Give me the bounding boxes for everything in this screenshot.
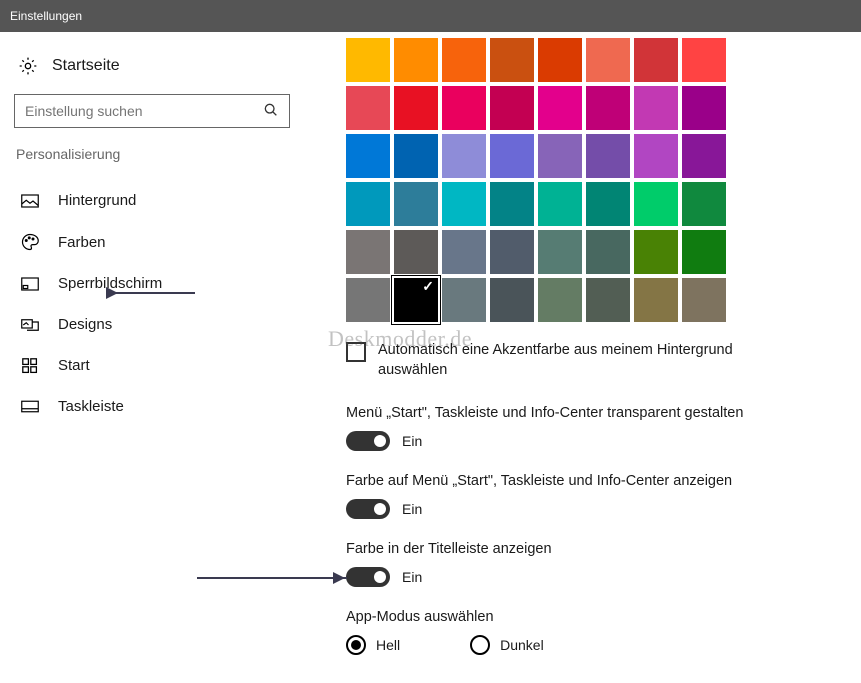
color-swatch[interactable] xyxy=(586,38,630,82)
search-input-container[interactable] xyxy=(14,94,290,128)
sidebar: Startseite Personalisierung Hintergrund xyxy=(0,32,320,683)
gear-icon xyxy=(18,56,38,76)
sidebar-item-label: Hintergrund xyxy=(58,192,136,209)
sidebar-item-label: Start xyxy=(58,357,90,374)
color-swatch[interactable] xyxy=(634,134,678,178)
window-title: Einstellungen xyxy=(10,9,82,23)
sidebar-item-farben[interactable]: Farben xyxy=(14,221,306,263)
search-icon xyxy=(263,102,279,121)
main-content: Automatisch eine Akzentfarbe aus meinem … xyxy=(320,32,861,683)
theme-icon xyxy=(20,317,40,333)
app-mode-label: App-Modus auswählen xyxy=(346,609,806,625)
window-titlebar: Einstellungen xyxy=(0,0,861,32)
color-swatch[interactable] xyxy=(682,38,726,82)
titlebar-color-toggle[interactable] xyxy=(346,567,390,587)
color-swatch[interactable] xyxy=(490,86,534,130)
radio-icon xyxy=(346,635,366,655)
picture-icon xyxy=(20,194,40,208)
color-swatch[interactable] xyxy=(538,134,582,178)
color-swatch[interactable] xyxy=(394,86,438,130)
accent-color-palette xyxy=(346,38,861,322)
color-swatch[interactable] xyxy=(634,278,678,322)
color-swatch[interactable] xyxy=(442,86,486,130)
color-swatch[interactable] xyxy=(346,38,390,82)
color-swatch[interactable] xyxy=(394,230,438,274)
color-swatch[interactable] xyxy=(346,230,390,274)
transparent-state: Ein xyxy=(402,433,422,449)
auto-accent-label: Automatisch eine Akzentfarbe aus meinem … xyxy=(378,340,766,381)
radio-icon xyxy=(470,635,490,655)
show-color-menu-state: Ein xyxy=(402,501,422,517)
color-swatch[interactable] xyxy=(586,134,630,178)
sidebar-section-label: Personalisierung xyxy=(14,146,306,162)
color-swatch[interactable] xyxy=(394,38,438,82)
color-swatch[interactable] xyxy=(442,134,486,178)
color-swatch[interactable] xyxy=(634,230,678,274)
color-swatch[interactable] xyxy=(394,278,438,322)
titlebar-color-state: Ein xyxy=(402,569,422,585)
color-swatch[interactable] xyxy=(586,278,630,322)
color-swatch[interactable] xyxy=(586,86,630,130)
search-input[interactable] xyxy=(25,103,263,119)
show-color-menu-label: Farbe auf Menü „Start", Taskleiste und I… xyxy=(346,473,806,489)
color-swatch[interactable] xyxy=(682,134,726,178)
palette-icon xyxy=(20,233,40,251)
color-swatch[interactable] xyxy=(346,182,390,226)
app-mode-option-hell[interactable]: Hell xyxy=(346,635,400,655)
color-swatch[interactable] xyxy=(538,278,582,322)
color-swatch[interactable] xyxy=(490,38,534,82)
sidebar-item-designs[interactable]: Designs xyxy=(14,304,306,345)
color-swatch[interactable] xyxy=(682,182,726,226)
color-swatch[interactable] xyxy=(682,230,726,274)
color-swatch[interactable] xyxy=(586,230,630,274)
color-swatch[interactable] xyxy=(490,278,534,322)
sidebar-item-label: Designs xyxy=(58,316,112,333)
color-swatch[interactable] xyxy=(682,86,726,130)
color-swatch[interactable] xyxy=(634,182,678,226)
sidebar-item-taskleiste[interactable]: Taskleiste xyxy=(14,386,306,427)
color-swatch[interactable] xyxy=(442,38,486,82)
color-swatch[interactable] xyxy=(586,182,630,226)
color-swatch[interactable] xyxy=(490,230,534,274)
color-swatch[interactable] xyxy=(538,230,582,274)
show-color-menu-toggle[interactable] xyxy=(346,499,390,519)
sidebar-item-sperrbildschirm[interactable]: Sperrbildschirm xyxy=(14,263,306,304)
start-icon xyxy=(20,358,40,374)
color-swatch[interactable] xyxy=(538,182,582,226)
color-swatch[interactable] xyxy=(442,182,486,226)
color-swatch[interactable] xyxy=(538,86,582,130)
checkbox-icon[interactable] xyxy=(346,342,366,362)
sidebar-item-label: Sperrbildschirm xyxy=(58,275,162,292)
color-swatch[interactable] xyxy=(346,86,390,130)
transparent-toggle[interactable] xyxy=(346,431,390,451)
color-swatch[interactable] xyxy=(394,182,438,226)
sidebar-item-label: Taskleiste xyxy=(58,398,124,415)
nav-home[interactable]: Startseite xyxy=(14,50,306,94)
color-swatch[interactable] xyxy=(394,134,438,178)
sidebar-item-hintergrund[interactable]: Hintergrund xyxy=(14,180,306,221)
color-swatch[interactable] xyxy=(442,230,486,274)
color-swatch[interactable] xyxy=(442,278,486,322)
titlebar-color-label: Farbe in der Titelleiste anzeigen xyxy=(346,541,806,557)
color-swatch[interactable] xyxy=(538,38,582,82)
sidebar-item-start[interactable]: Start xyxy=(14,345,306,386)
lockscreen-icon xyxy=(20,277,40,291)
color-swatch[interactable] xyxy=(490,134,534,178)
nav-home-label: Startseite xyxy=(52,57,120,75)
color-swatch[interactable] xyxy=(346,134,390,178)
color-swatch[interactable] xyxy=(634,86,678,130)
color-swatch[interactable] xyxy=(490,182,534,226)
sidebar-item-label: Farben xyxy=(58,234,106,251)
taskbar-icon xyxy=(20,400,40,413)
color-swatch[interactable] xyxy=(634,38,678,82)
transparent-label: Menü „Start", Taskleiste und Info-Center… xyxy=(346,405,806,421)
app-mode-option-dunkel[interactable]: Dunkel xyxy=(470,635,544,655)
radio-label: Dunkel xyxy=(500,637,544,653)
color-swatch[interactable] xyxy=(682,278,726,322)
auto-accent-checkbox-row[interactable]: Automatisch eine Akzentfarbe aus meinem … xyxy=(346,340,766,381)
color-swatch[interactable] xyxy=(346,278,390,322)
radio-label: Hell xyxy=(376,637,400,653)
